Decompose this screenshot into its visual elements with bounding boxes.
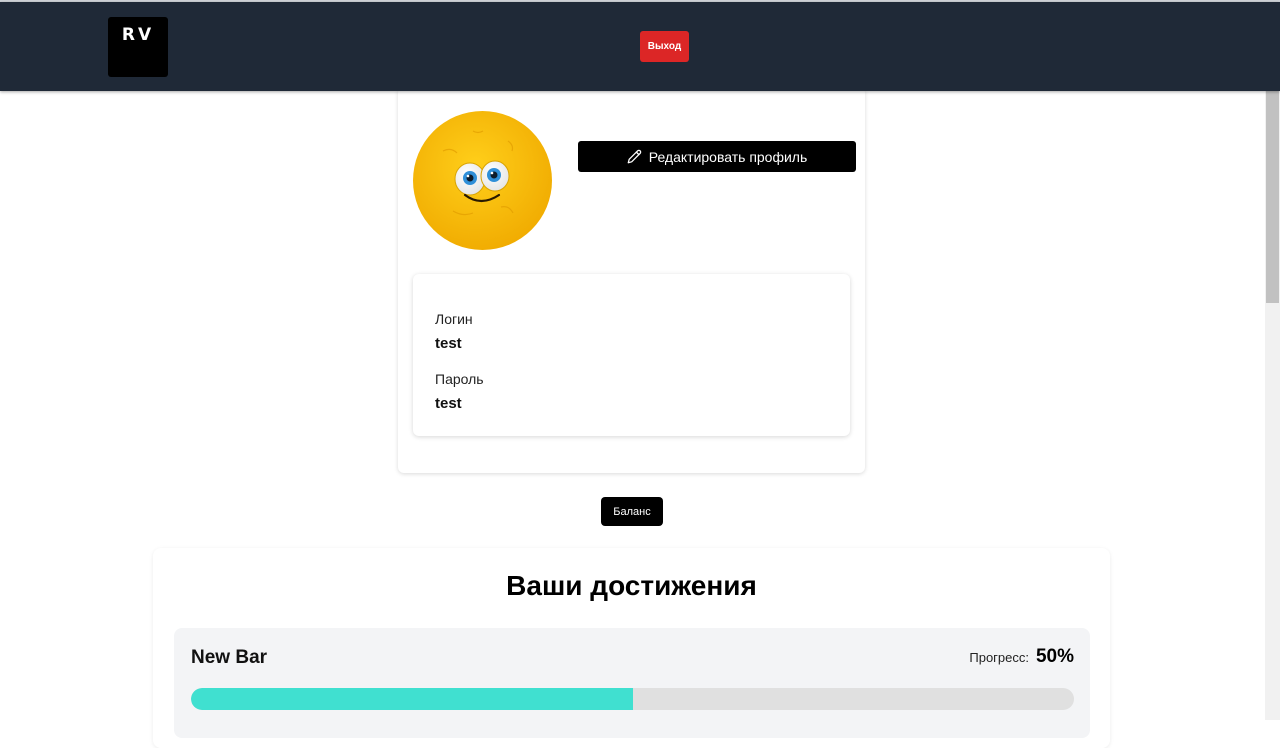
password-label: Пароль	[435, 371, 484, 387]
password-value: test	[435, 395, 462, 412]
smiley-avatar-icon	[413, 111, 552, 250]
account-info-card: Логин test Пароль test	[413, 274, 850, 436]
achievement-item: New Bar Прогресс: 50%	[174, 628, 1090, 738]
login-label: Логин	[435, 311, 473, 327]
progress-bar-fill	[191, 688, 633, 710]
achievements-section: Ваши достижения New Bar Прогресс: 50%	[153, 548, 1110, 748]
logo-mark: RV	[121, 25, 155, 45]
edit-profile-button[interactable]: Редактировать профиль	[578, 141, 856, 172]
achievement-name: New Bar	[191, 647, 268, 668]
achievements-title: Ваши достижения	[506, 570, 757, 601]
balance-button[interactable]: Баланс	[601, 497, 663, 526]
edit-profile-label: Редактировать профиль	[648, 148, 808, 165]
progress-value: 50%	[1035, 646, 1074, 667]
progress-bar	[191, 688, 1074, 710]
profile-card: Редактировать профиль Логин test Пароль …	[398, 87, 865, 473]
progress-label: Прогресс:	[969, 650, 1029, 665]
scrollbar-thumb[interactable]	[1266, 91, 1279, 303]
pencil-icon	[627, 149, 642, 164]
logo[interactable]: RV	[108, 17, 168, 77]
app-header: RV Выход	[0, 2, 1280, 91]
logout-button[interactable]: Выход	[640, 31, 689, 62]
login-value: test	[435, 335, 462, 352]
